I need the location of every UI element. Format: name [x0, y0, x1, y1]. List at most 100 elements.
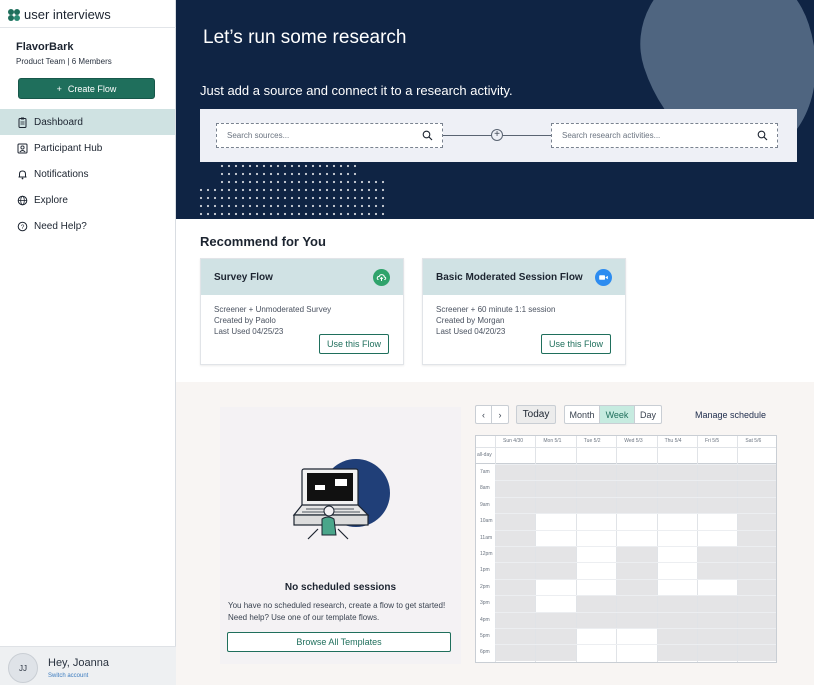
day-header: Fri 5/5 — [705, 438, 720, 444]
calendar-row-line — [495, 546, 776, 547]
recommend-heading: Recommend for You — [200, 234, 326, 249]
unavailable-block — [616, 578, 657, 628]
sidebar-item-explore[interactable]: Explore — [0, 187, 175, 213]
chevron-left-icon: ‹ — [482, 409, 485, 420]
calendar-row-line — [495, 628, 776, 629]
day-header: Tue 5/2 — [583, 438, 601, 444]
svg-text:?: ? — [21, 224, 25, 231]
switch-account-link[interactable]: Switch account — [48, 673, 88, 679]
add-connection-icon[interactable]: + — [491, 129, 503, 141]
user-greeting: Hey, Joanna — [48, 657, 109, 669]
view-month-button[interactable]: Month — [564, 405, 600, 424]
globe-icon — [17, 195, 28, 206]
sessions-section: No scheduled sessions You have no schedu… — [176, 382, 814, 685]
search-activities-input[interactable]: Search research activities... — [551, 123, 778, 148]
brand-name: user interviews — [24, 7, 111, 22]
sidebar-nav: Dashboard Participant Hub Notifications … — [0, 109, 175, 239]
search-activities-placeholder: Search research activities... — [562, 131, 661, 140]
time-label: 11am — [480, 534, 493, 541]
card-creator: Created by Morgan — [436, 316, 505, 325]
card-title: Basic Moderated Session Flow — [436, 271, 583, 283]
time-label: 7am — [480, 469, 490, 475]
card-body: Screener + Unmoderated Survey Created by… — [201, 295, 403, 337]
week-calendar: Sun 4/30 Mon 5/1 Tue 5/2 Wed 5/3 Thu 5/4 Fri … — [475, 435, 777, 663]
search-icon — [422, 130, 433, 143]
sidebar-item-help[interactable]: ? Need Help? — [0, 213, 175, 239]
search-icon — [757, 130, 768, 143]
card-title: Survey Flow — [214, 271, 273, 283]
video-camera-icon — [595, 269, 612, 286]
brand-logo[interactable]: user interviews — [8, 7, 111, 22]
time-label: 12pm — [480, 551, 493, 557]
chevron-right-icon: › — [498, 409, 502, 420]
sidebar: user interviews FlavorBark Product Team … — [0, 0, 176, 685]
unavailable-block — [697, 464, 738, 514]
day-header: Sat 5/6 — [745, 438, 762, 444]
time-label: 4pm — [480, 616, 490, 623]
calendar-row-line — [495, 513, 776, 515]
browse-templates-button[interactable]: Browse All Templates — [227, 632, 451, 652]
hero-subtitle: Just add a source and connect it to a re… — [200, 83, 513, 98]
card-body: Screener + 60 minute 1:1 session Created… — [423, 295, 625, 337]
empty-sessions-panel: No scheduled sessions You have no schedu… — [220, 407, 461, 664]
today-button[interactable]: Today — [516, 405, 556, 424]
team-name: FlavorBark — [16, 41, 74, 53]
unavailable-block — [535, 611, 576, 661]
unavailable-block — [616, 464, 657, 514]
bell-icon — [17, 169, 28, 180]
all-day-label: all-day — [477, 452, 492, 458]
card-header: Survey Flow — [201, 259, 403, 295]
calendar-row-line — [495, 480, 776, 482]
unavailable-block — [575, 464, 617, 514]
next-week-button[interactable]: › — [492, 405, 509, 424]
time-label: 1pm — [480, 567, 490, 574]
calendar-header: Sun 4/30 Mon 5/1 Tue 5/2 Wed 5/3 Thu 5/4 Fri … — [476, 436, 776, 448]
flow-builder-panel: Search sources... + Search research acti… — [200, 109, 797, 162]
time-label: 3pm — [480, 600, 490, 607]
calendar-row-line — [495, 529, 776, 531]
calendar-view-switcher: Month Week Day — [564, 405, 662, 424]
calendar-row-line — [495, 644, 776, 646]
search-sources-input[interactable]: Search sources... — [216, 123, 443, 148]
calendar-nav: ‹ › Today — [475, 405, 556, 424]
calendar-row-line — [495, 578, 776, 580]
view-week-button[interactable]: Week — [600, 405, 635, 424]
sidebar-item-label: Notifications — [34, 168, 89, 180]
flow-card-moderated[interactable]: Basic Moderated Session Flow Screener + … — [422, 258, 626, 365]
calendar-row-line — [495, 611, 776, 613]
time-label: 8am — [480, 485, 490, 492]
card-detail: Screener + 60 minute 1:1 session — [436, 305, 556, 314]
calendar-row-line — [495, 595, 776, 597]
calendar-row-line — [495, 496, 776, 498]
computer-illustration — [292, 459, 390, 540]
use-flow-button[interactable]: Use this Flow — [318, 334, 389, 354]
manage-schedule-link[interactable]: Manage schedule — [695, 410, 766, 420]
plus-icon: + — [56, 83, 62, 94]
team-subtitle: Product Team | 6 Members — [16, 57, 112, 66]
use-flow-button[interactable]: Use this Flow — [540, 334, 611, 354]
day-header: Wed 5/3 — [624, 438, 643, 444]
flow-card-survey[interactable]: Survey Flow Screener + Unmoderated Surve… — [200, 258, 404, 365]
prev-week-button[interactable]: ‹ — [475, 405, 492, 424]
app-root: user interviews FlavorBark Product Team … — [0, 0, 814, 685]
sidebar-item-label: Participant Hub — [34, 142, 103, 154]
create-flow-button[interactable]: + Create Flow — [18, 78, 155, 99]
view-day-button[interactable]: Day — [635, 405, 662, 424]
time-label: 9am — [480, 501, 490, 508]
avatar[interactable]: JJ — [8, 653, 38, 683]
day-header: Sun 4/30 — [503, 438, 524, 444]
day-header: Mon 5/1 — [543, 438, 562, 444]
page-title: Let’s run some research — [203, 27, 407, 48]
sidebar-item-participant-hub[interactable]: Participant Hub — [0, 135, 175, 161]
time-label: 5pm — [480, 633, 490, 639]
sidebar-item-dashboard[interactable]: Dashboard — [0, 109, 175, 135]
user-account-bar[interactable]: JJ Hey, Joanna Switch account — [0, 646, 176, 685]
person-card-icon — [17, 143, 28, 154]
empty-state-description: You have no scheduled research, create a… — [228, 601, 446, 622]
sidebar-item-label: Explore — [34, 194, 68, 206]
sidebar-item-notifications[interactable]: Notifications — [0, 161, 175, 187]
empty-state-title: No scheduled sessions — [284, 582, 397, 593]
all-day-row: all-day — [476, 448, 776, 464]
hero-banner: Let’s run some research Just add a sourc… — [176, 0, 814, 219]
create-flow-label: Create Flow — [67, 83, 117, 94]
